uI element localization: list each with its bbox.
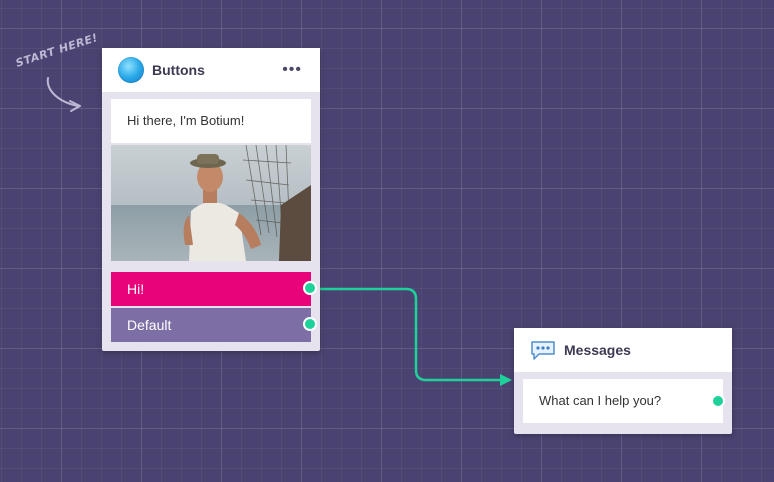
- bot-avatar-icon: [118, 57, 144, 83]
- message-bubble[interactable]: Hi there, I'm Botium!: [111, 99, 311, 143]
- hi-button[interactable]: Hi!: [111, 272, 311, 306]
- hi-output-port[interactable]: [303, 281, 317, 295]
- node-title: Buttons: [152, 62, 205, 78]
- message-bubble[interactable]: What can I help you?: [523, 379, 723, 423]
- button-label: Default: [127, 317, 172, 333]
- message-text: What can I help you?: [539, 393, 662, 408]
- messages-node[interactable]: Messages What can I help you?: [514, 328, 732, 434]
- default-button[interactable]: Default: [111, 308, 311, 342]
- curved-arrow-icon: [46, 77, 81, 112]
- messages-node-header[interactable]: Messages: [514, 328, 732, 372]
- buttons-node[interactable]: Buttons ••• Hi there, I'm Botium! Hi! De…: [102, 48, 320, 351]
- message-output-port[interactable]: [711, 394, 725, 408]
- start-hint: START HERE!: [12, 30, 102, 120]
- button-label: Hi!: [127, 281, 145, 297]
- chat-bubble-icon: [531, 341, 555, 360]
- more-dots-icon[interactable]: •••: [282, 61, 302, 79]
- default-output-port[interactable]: [303, 317, 317, 331]
- message-text: Hi there, I'm Botium!: [127, 113, 245, 128]
- fisherman-photo: [111, 145, 311, 261]
- buttons-node-header[interactable]: Buttons •••: [102, 48, 320, 92]
- node-title: Messages: [564, 342, 631, 358]
